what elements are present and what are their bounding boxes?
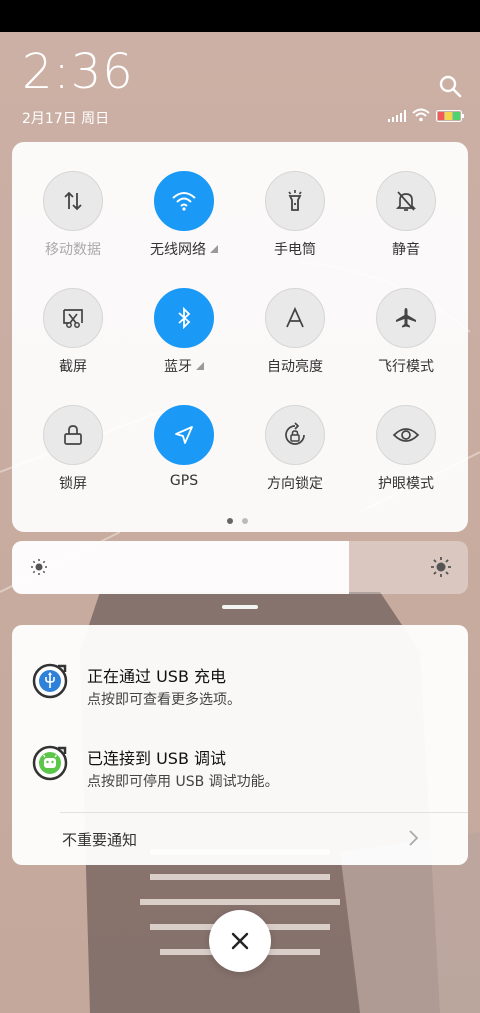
auto-brightness-icon — [265, 288, 325, 348]
clock: 2:36 — [22, 44, 134, 100]
brightness-high-icon — [430, 556, 452, 582]
android-debug-icon — [32, 745, 68, 781]
unimportant-notifications-link[interactable]: 不重要通知 — [62, 829, 137, 850]
toggle-mute[interactable]: 静音 — [351, 171, 461, 259]
lock-icon — [43, 405, 103, 465]
notification-list: 正在通过 USB 充电 点按即可查看更多选项。 已连接到 USB 调试 点按即可… — [12, 625, 468, 865]
toggle-auto-brightness[interactable]: 自动亮度 — [240, 288, 350, 376]
bluetooth-icon — [154, 288, 214, 348]
quick-settings-panel: 移动数据 无线网络 手电筒 静音 截屏 蓝牙 自动亮度 飞行模式 锁屏 GPS … — [12, 142, 468, 532]
toggle-bluetooth[interactable]: 蓝牙 — [129, 288, 239, 376]
search-icon[interactable] — [438, 74, 464, 100]
flashlight-icon — [265, 171, 325, 231]
toggle-label: 移动数据 — [45, 242, 101, 258]
toggle-wifi[interactable]: 无线网络 — [129, 171, 239, 259]
toggle-label: 护眼模式 — [378, 476, 434, 492]
close-icon — [231, 932, 249, 950]
page-dot-active[interactable] — [227, 518, 233, 524]
date: 2月17日 周日 — [22, 111, 110, 127]
toggle-gps[interactable]: GPS — [129, 405, 239, 489]
page-dot[interactable] — [242, 518, 248, 524]
usb-icon — [32, 663, 68, 699]
mobile-data-icon — [43, 171, 103, 231]
mute-bell-icon — [376, 171, 436, 231]
toggle-label: 静音 — [392, 242, 420, 258]
toggle-label: 飞行模式 — [378, 359, 434, 375]
drag-handle[interactable] — [222, 605, 258, 609]
clear-all-button[interactable] — [209, 910, 271, 972]
status-icons — [388, 108, 464, 124]
divider — [60, 812, 468, 813]
toggle-label: 手电筒 — [274, 242, 316, 258]
screenshot-icon — [43, 288, 103, 348]
eye-icon — [376, 405, 436, 465]
toggle-label: 锁屏 — [59, 476, 87, 492]
brightness-slider[interactable] — [12, 541, 468, 594]
gps-icon — [154, 405, 214, 465]
toggle-label: 截屏 — [59, 359, 87, 375]
expand-arrow-icon — [196, 362, 204, 370]
toggle-lock-screen[interactable]: 锁屏 — [18, 405, 128, 493]
brightness-low-icon — [30, 558, 48, 580]
toggle-mobile-data[interactable]: 移动数据 — [18, 171, 128, 259]
signal-icon — [388, 107, 406, 126]
toggle-label: 自动亮度 — [267, 359, 323, 375]
top-black-bar — [0, 0, 480, 32]
wifi-icon — [412, 107, 430, 126]
toggle-label: GPS — [169, 473, 199, 489]
wifi-icon — [154, 171, 214, 231]
toggle-airplane[interactable]: 飞行模式 — [351, 288, 461, 376]
toggle-rotation-lock[interactable]: 方向锁定 — [240, 405, 350, 493]
toggle-label: 方向锁定 — [267, 476, 323, 492]
toggle-screenshot[interactable]: 截屏 — [18, 288, 128, 376]
notification-title: 正在通过 USB 充电 — [87, 667, 227, 686]
toggle-label: 无线网络 — [150, 242, 206, 258]
airplane-icon — [376, 288, 436, 348]
toggle-eye-care[interactable]: 护眼模式 — [351, 405, 461, 493]
page-indicator — [227, 518, 248, 524]
notification-title: 已连接到 USB 调试 — [87, 749, 227, 768]
toggle-label: 蓝牙 — [164, 359, 192, 375]
expand-arrow-icon — [210, 245, 218, 253]
brightness-fill — [12, 541, 350, 594]
toggle-flashlight[interactable]: 手电筒 — [240, 171, 350, 259]
notification-usb-debugging[interactable]: 已连接到 USB 调试 点按即可停用 USB 调试功能。 — [12, 739, 468, 799]
rotation-lock-icon — [265, 405, 325, 465]
chevron-right-icon[interactable] — [406, 829, 420, 847]
battery-icon — [436, 107, 464, 126]
notification-usb-charging[interactable]: 正在通过 USB 充电 点按即可查看更多选项。 — [12, 657, 468, 717]
notification-subtitle: 点按即可停用 USB 调试功能。 — [87, 774, 279, 790]
notification-subtitle: 点按即可查看更多选项。 — [87, 692, 241, 708]
